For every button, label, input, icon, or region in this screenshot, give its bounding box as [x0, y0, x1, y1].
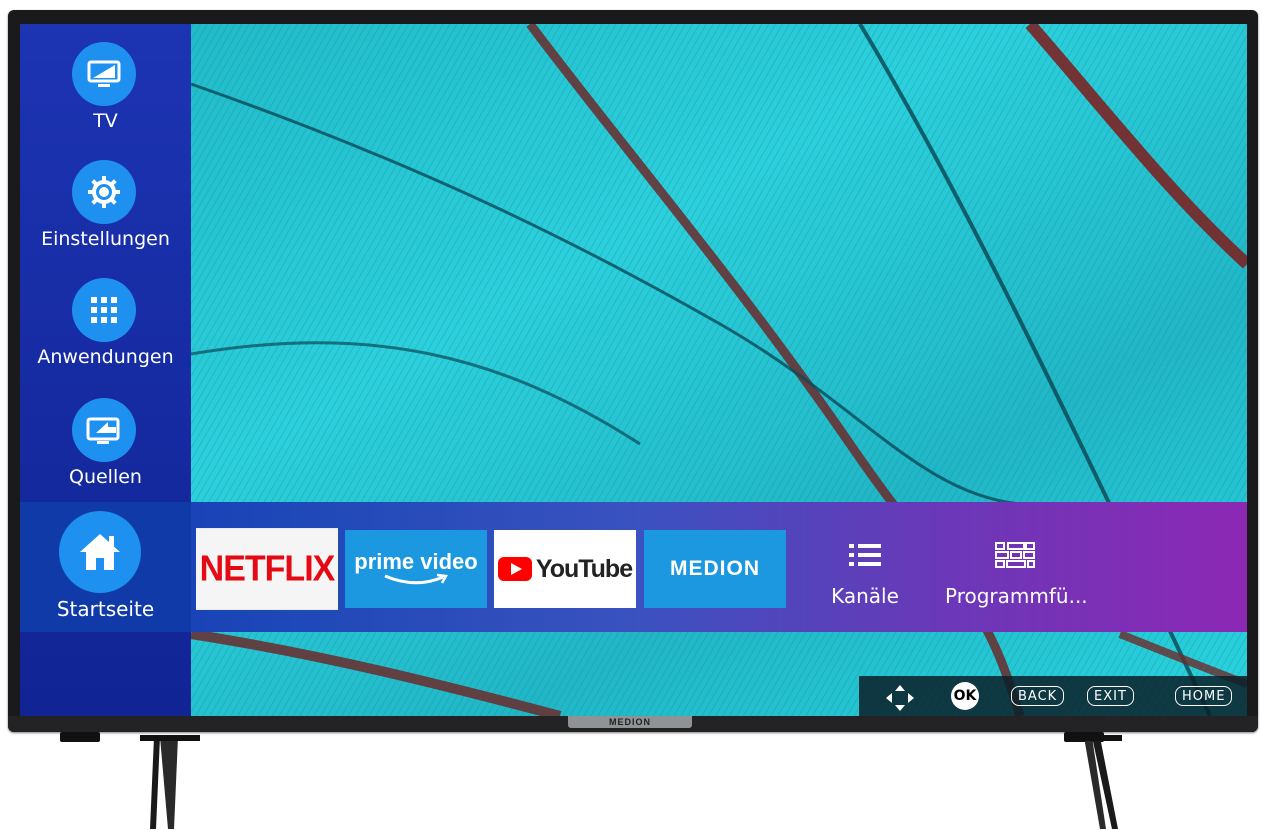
exit-button-hint: EXIT — [1087, 686, 1134, 706]
list-icon — [849, 544, 881, 566]
sidebar-item-settings[interactable]: Einstellungen — [20, 142, 191, 252]
medion-logo-text: MEDION — [670, 557, 760, 580]
grid-icon — [91, 297, 117, 323]
grid-icon-circle — [72, 278, 136, 342]
sidebar-item-label: Quellen — [69, 466, 142, 488]
home-button[interactable]: Startseite — [20, 502, 191, 632]
dpad-arrows-icon — [886, 685, 914, 711]
remote-control-hint-bar: OK BACK EXIT HOME — [859, 676, 1247, 716]
youtube-logo-text: YouTube — [535, 554, 633, 583]
home-bar: Startseite NETFLIX prime video YouTube M… — [20, 502, 1247, 632]
tv-brand-badge: MEDION — [568, 716, 692, 728]
home-icon — [80, 534, 120, 570]
tv-screen: TV Einstellungen Anwendungen Quellen Sta… — [20, 24, 1247, 716]
sidebar-item-apps[interactable]: Anwendungen — [20, 260, 191, 370]
tv-icon-circle — [72, 42, 136, 106]
sidebar-item-sources[interactable]: Quellen — [20, 380, 191, 490]
youtube-logo: YouTube — [497, 554, 633, 584]
medion-tile[interactable]: MEDION — [644, 530, 786, 608]
tv-icon — [87, 60, 121, 87]
netflix-logo-text: NETFLIX — [199, 548, 336, 589]
tv-leg-left — [140, 735, 200, 829]
prime-smile-icon — [384, 573, 449, 585]
channels-button[interactable]: Kanäle — [820, 542, 910, 608]
tv-foot-pad-left — [60, 732, 100, 742]
channels-label: Kanäle — [831, 584, 899, 608]
sidebar-item-label: TV — [93, 110, 118, 132]
source-input-icon-circle — [72, 398, 136, 462]
home-label: Startseite — [56, 597, 155, 621]
sidebar-item-label: Einstellungen — [41, 228, 170, 250]
program-guide-label: Programmfü... — [945, 584, 1088, 608]
gear-icon — [88, 176, 120, 208]
youtube-play-icon — [497, 557, 532, 581]
prime-video-logo-text: prime video — [354, 549, 478, 574]
netflix-tile[interactable]: NETFLIX — [196, 528, 338, 610]
home-button-hint: HOME — [1175, 686, 1233, 706]
sidebar-item-tv[interactable]: TV — [20, 24, 191, 134]
prime-video-tile[interactable]: prime video — [345, 530, 487, 608]
source-input-icon — [86, 417, 120, 444]
ok-button-hint: OK — [951, 682, 979, 710]
gear-icon-circle — [72, 160, 136, 224]
sidebar-item-label: Anwendungen — [37, 346, 174, 368]
program-guide-button[interactable]: Programmfü... — [945, 542, 1088, 608]
tv-leg-right — [1066, 735, 1122, 829]
home-icon-circle — [59, 511, 141, 593]
epg-guide-icon — [995, 542, 1035, 568]
youtube-tile[interactable]: YouTube — [494, 530, 636, 608]
back-button-hint: BACK — [1011, 686, 1065, 706]
